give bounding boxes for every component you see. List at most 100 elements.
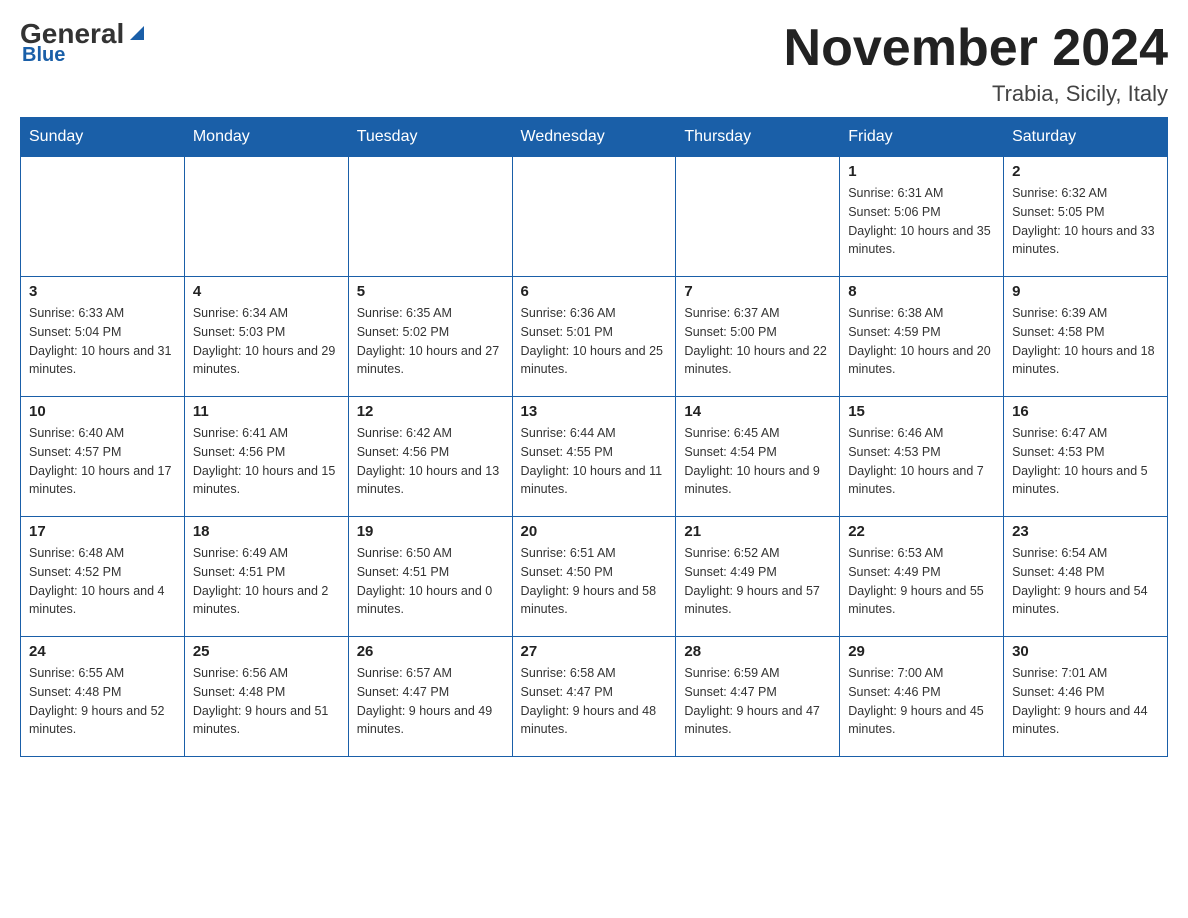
- day-number: 1: [848, 163, 995, 180]
- page-header: General Blue November 2024 Trabia, Sicil…: [20, 20, 1168, 107]
- day-number: 19: [357, 523, 504, 540]
- calendar-cell: [512, 157, 676, 277]
- calendar-cell: 28 Sunrise: 6:59 AMSunset: 4:47 PMDayligh…: [676, 637, 840, 757]
- day-number: 20: [521, 523, 668, 540]
- day-info: Sunrise: 6:41 AMSunset: 4:56 PMDaylight:…: [193, 424, 340, 499]
- day-info: Sunrise: 6:56 AMSunset: 4:48 PMDaylight:…: [193, 664, 340, 739]
- weekday-header-thursday: Thursday: [676, 118, 840, 157]
- calendar-cell: 26Sunrise: 6:57 AMSunset: 4:47 PMDayligh…: [348, 637, 512, 757]
- month-title: November 2024: [784, 20, 1168, 77]
- calendar-cell: 30Sunrise: 7:01 AMSunset: 4:46 PMDayligh…: [1004, 637, 1168, 757]
- day-number: 18: [193, 523, 340, 540]
- day-number: 8: [848, 283, 995, 300]
- day-number: 3: [29, 283, 176, 300]
- calendar-cell: [348, 157, 512, 277]
- calendar-cell: 29 Sunrise: 7:00 AMSunset: 4:46 PMDayligh…: [840, 637, 1004, 757]
- day-info: Sunrise: 7:00 AMSunset: 4:46 PMDaylight:…: [848, 664, 995, 739]
- calendar-cell: 9Sunrise: 6:39 AMSunset: 4:58 PMDaylight…: [1004, 277, 1168, 397]
- weekday-header-monday: Monday: [184, 118, 348, 157]
- day-info: Sunrise: 6:39 AMSunset: 4:58 PMDaylight:…: [1012, 304, 1159, 379]
- calendar-cell: [184, 157, 348, 277]
- day-number: 17: [29, 523, 176, 540]
- day-info: Sunrise: 6:38 AMSunset: 4:59 PMDaylight:…: [848, 304, 995, 379]
- day-number: 5: [357, 283, 504, 300]
- day-info: Sunrise: 6:51 AMSunset: 4:50 PMDaylight:…: [521, 544, 668, 619]
- calendar-cell: 1 Sunrise: 6:31 AMSunset: 5:06 PMDaylight…: [840, 157, 1004, 277]
- day-number: 28: [684, 643, 831, 660]
- week-row-4: 17 Sunrise: 6:48 AMSunset: 4:52 PMDayligh…: [21, 517, 1168, 637]
- weekday-header-saturday: Saturday: [1004, 118, 1168, 157]
- day-number: 29: [848, 643, 995, 660]
- day-info: Sunrise: 6:33 AMSunset: 5:04 PMDaylight:…: [29, 304, 176, 379]
- day-info: Sunrise: 6:53 AMSunset: 4:49 PMDaylight:…: [848, 544, 995, 619]
- day-number: 6: [521, 283, 668, 300]
- calendar-table: SundayMondayTuesdayWednesdayThursdayFrid…: [20, 117, 1168, 757]
- calendar-cell: 6 Sunrise: 6:36 AMSunset: 5:01 PMDaylight…: [512, 277, 676, 397]
- day-info: Sunrise: 6:36 AMSunset: 5:01 PMDaylight:…: [521, 304, 668, 379]
- weekday-header-wednesday: Wednesday: [512, 118, 676, 157]
- calendar-cell: 23 Sunrise: 6:54 AMSunset: 4:48 PMDayligh…: [1004, 517, 1168, 637]
- calendar-cell: 4Sunrise: 6:34 AMSunset: 5:03 PMDaylight…: [184, 277, 348, 397]
- weekday-header-row: SundayMondayTuesdayWednesdayThursdayFrid…: [21, 118, 1168, 157]
- calendar-cell: 24Sunrise: 6:55 AMSunset: 4:48 PMDayligh…: [21, 637, 185, 757]
- day-info: Sunrise: 6:31 AMSunset: 5:06 PMDaylight:…: [848, 184, 995, 259]
- calendar-cell: 25 Sunrise: 6:56 AMSunset: 4:48 PMDayligh…: [184, 637, 348, 757]
- day-info: Sunrise: 6:44 AMSunset: 4:55 PMDaylight:…: [521, 424, 668, 499]
- day-info: Sunrise: 6:50 AMSunset: 4:51 PMDaylight:…: [357, 544, 504, 619]
- day-info: Sunrise: 6:46 AMSunset: 4:53 PMDaylight:…: [848, 424, 995, 499]
- calendar-cell: 20 Sunrise: 6:51 AMSunset: 4:50 PMDayligh…: [512, 517, 676, 637]
- day-number: 14: [684, 403, 831, 420]
- day-number: 25: [193, 643, 340, 660]
- day-number: 2: [1012, 163, 1159, 180]
- day-info: Sunrise: 6:55 AMSunset: 4:48 PMDaylight:…: [29, 664, 176, 739]
- day-number: 10: [29, 403, 176, 420]
- day-number: 7: [684, 283, 831, 300]
- week-row-2: 3 Sunrise: 6:33 AMSunset: 5:04 PMDaylight…: [21, 277, 1168, 397]
- location: Trabia, Sicily, Italy: [784, 81, 1168, 107]
- day-info: Sunrise: 6:54 AMSunset: 4:48 PMDaylight:…: [1012, 544, 1159, 619]
- calendar-cell: 8 Sunrise: 6:38 AMSunset: 4:59 PMDaylight…: [840, 277, 1004, 397]
- calendar-cell: [676, 157, 840, 277]
- weekday-header-tuesday: Tuesday: [348, 118, 512, 157]
- day-info: Sunrise: 6:59 AMSunset: 4:47 PMDaylight:…: [684, 664, 831, 739]
- calendar-cell: 13 Sunrise: 6:44 AMSunset: 4:55 PMDayligh…: [512, 397, 676, 517]
- calendar-cell: 19 Sunrise: 6:50 AMSunset: 4:51 PMDayligh…: [348, 517, 512, 637]
- day-number: 16: [1012, 403, 1159, 420]
- day-info: Sunrise: 6:35 AMSunset: 5:02 PMDaylight:…: [357, 304, 504, 379]
- day-number: 22: [848, 523, 995, 540]
- day-info: Sunrise: 6:47 AMSunset: 4:53 PMDaylight:…: [1012, 424, 1159, 499]
- weekday-header-sunday: Sunday: [21, 118, 185, 157]
- calendar-cell: 27Sunrise: 6:58 AMSunset: 4:47 PMDayligh…: [512, 637, 676, 757]
- calendar-cell: 22 Sunrise: 6:53 AMSunset: 4:49 PMDayligh…: [840, 517, 1004, 637]
- calendar-cell: 11Sunrise: 6:41 AMSunset: 4:56 PMDayligh…: [184, 397, 348, 517]
- day-info: Sunrise: 6:37 AMSunset: 5:00 PMDaylight:…: [684, 304, 831, 379]
- day-number: 23: [1012, 523, 1159, 540]
- day-number: 12: [357, 403, 504, 420]
- day-info: Sunrise: 6:42 AMSunset: 4:56 PMDaylight:…: [357, 424, 504, 499]
- day-info: Sunrise: 6:40 AMSunset: 4:57 PMDaylight:…: [29, 424, 176, 499]
- calendar-cell: 16 Sunrise: 6:47 AMSunset: 4:53 PMDayligh…: [1004, 397, 1168, 517]
- day-info: Sunrise: 6:48 AMSunset: 4:52 PMDaylight:…: [29, 544, 176, 619]
- day-number: 13: [521, 403, 668, 420]
- calendar-cell: 15Sunrise: 6:46 AMSunset: 4:53 PMDayligh…: [840, 397, 1004, 517]
- day-number: 21: [684, 523, 831, 540]
- week-row-1: 1 Sunrise: 6:31 AMSunset: 5:06 PMDaylight…: [21, 157, 1168, 277]
- week-row-5: 24Sunrise: 6:55 AMSunset: 4:48 PMDayligh…: [21, 637, 1168, 757]
- calendar-cell: 7 Sunrise: 6:37 AMSunset: 5:00 PMDaylight…: [676, 277, 840, 397]
- day-info: Sunrise: 7:01 AMSunset: 4:46 PMDaylight:…: [1012, 664, 1159, 739]
- calendar-cell: 5 Sunrise: 6:35 AMSunset: 5:02 PMDaylight…: [348, 277, 512, 397]
- day-number: 27: [521, 643, 668, 660]
- calendar-cell: 3 Sunrise: 6:33 AMSunset: 5:04 PMDaylight…: [21, 277, 185, 397]
- calendar-cell: 2 Sunrise: 6:32 AMSunset: 5:05 PMDaylight…: [1004, 157, 1168, 277]
- calendar-cell: 10 Sunrise: 6:40 AMSunset: 4:57 PMDayligh…: [21, 397, 185, 517]
- weekday-header-friday: Friday: [840, 118, 1004, 157]
- calendar-cell: 18Sunrise: 6:49 AMSunset: 4:51 PMDayligh…: [184, 517, 348, 637]
- day-info: Sunrise: 6:57 AMSunset: 4:47 PMDaylight:…: [357, 664, 504, 739]
- calendar-cell: [21, 157, 185, 277]
- logo-triangle-icon: [126, 22, 148, 44]
- week-row-3: 10 Sunrise: 6:40 AMSunset: 4:57 PMDayligh…: [21, 397, 1168, 517]
- day-info: Sunrise: 6:32 AMSunset: 5:05 PMDaylight:…: [1012, 184, 1159, 259]
- day-info: Sunrise: 6:34 AMSunset: 5:03 PMDaylight:…: [193, 304, 340, 379]
- title-section: November 2024 Trabia, Sicily, Italy: [784, 20, 1168, 107]
- logo-blue: Blue: [22, 44, 65, 67]
